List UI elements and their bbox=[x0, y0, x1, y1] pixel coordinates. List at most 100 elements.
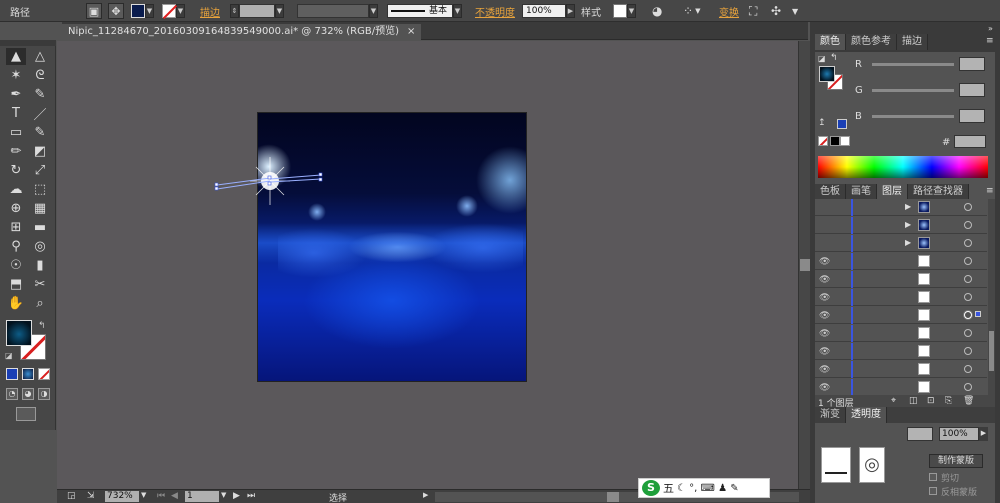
draw-normal-icon[interactable]: ◔ bbox=[6, 388, 18, 400]
target-circle-icon[interactable] bbox=[964, 311, 972, 319]
graphic-style-dropdown[interactable]: ▼ bbox=[613, 3, 636, 19]
tab-color[interactable]: 颜色 bbox=[815, 34, 846, 50]
chevron-right-icon[interactable]: ▶ bbox=[979, 427, 988, 441]
visibility-eye-icon[interactable]: 👁 bbox=[819, 275, 830, 285]
green-value-field[interactable] bbox=[959, 83, 985, 97]
layer-row[interactable]: 👁 bbox=[815, 361, 987, 378]
rotate-tool[interactable]: ↻ bbox=[6, 162, 26, 179]
invert-mask-checkbox[interactable] bbox=[929, 487, 937, 495]
target-circle-icon[interactable] bbox=[964, 329, 972, 337]
toolbox-grip[interactable] bbox=[0, 40, 56, 46]
next-artboard-icon[interactable]: ▶ bbox=[233, 491, 240, 501]
draw-inside-icon[interactable]: ◑ bbox=[38, 388, 50, 400]
type-tool[interactable]: T bbox=[6, 105, 26, 122]
document-tab[interactable]: Nipic_11284670_20160309164839549000.ai* … bbox=[62, 24, 422, 40]
artboard-number-field[interactable]: 1 bbox=[185, 491, 219, 502]
layer-row[interactable]: 👁 bbox=[815, 325, 987, 342]
paintbrush-tool[interactable]: ✎ bbox=[30, 124, 50, 141]
pencil-tool[interactable]: ✏ bbox=[6, 143, 26, 160]
tab-gradient[interactable]: 渐变 bbox=[815, 407, 846, 423]
direct-selection-tool[interactable]: △ bbox=[30, 48, 50, 65]
chevron-down-icon[interactable]: ▼ bbox=[141, 491, 146, 499]
gradient-tool[interactable]: ▬ bbox=[30, 219, 50, 236]
vertical-scroll-thumb[interactable] bbox=[800, 259, 810, 271]
color-mode-button[interactable] bbox=[6, 368, 18, 380]
layer-row[interactable]: 👁 bbox=[815, 271, 987, 288]
artboard-tool[interactable]: ⬒ bbox=[6, 276, 26, 293]
ime-mode[interactable]: 五 bbox=[663, 480, 674, 496]
layer-row[interactable]: 👁 bbox=[815, 289, 987, 306]
pathfinder-button[interactable]: ✣ bbox=[771, 3, 781, 19]
target-circle-icon[interactable] bbox=[964, 365, 972, 373]
tab-layers[interactable]: 图层 bbox=[877, 184, 908, 200]
canvas[interactable] bbox=[57, 41, 798, 489]
blend-tool[interactable]: ◎ bbox=[30, 238, 50, 255]
recolor-artwork-button[interactable]: ◕ bbox=[652, 3, 662, 19]
column-graph-tool[interactable]: ▮ bbox=[30, 257, 50, 274]
target-circle-icon[interactable] bbox=[964, 257, 972, 265]
tab-color-guide[interactable]: 颜色参考 bbox=[846, 34, 897, 50]
horizontal-scroll-thumb[interactable] bbox=[607, 492, 619, 502]
target-circle-icon[interactable] bbox=[964, 293, 972, 301]
mesh-tool[interactable]: ⊞ bbox=[6, 219, 26, 236]
white-swatch[interactable] bbox=[840, 136, 850, 146]
warp-tool[interactable]: ☁ bbox=[6, 181, 26, 198]
perspective-grid-tool[interactable]: ▦ bbox=[30, 200, 50, 217]
clip-checkbox[interactable] bbox=[929, 473, 937, 481]
new-sublayer-icon[interactable]: ⊡ bbox=[927, 396, 935, 406]
tab-transparency[interactable]: 透明度 bbox=[846, 407, 887, 423]
transparency-opacity-field[interactable]: 100% bbox=[939, 427, 979, 441]
selection-tool[interactable]: ▲ bbox=[6, 48, 26, 65]
stroke-panel-link[interactable]: 描边 bbox=[200, 3, 220, 19]
chevron-down-icon[interactable]: ▼ bbox=[221, 491, 226, 499]
out-of-gamut-icon[interactable]: ↥ bbox=[818, 118, 826, 128]
selected-art-indicator[interactable] bbox=[975, 311, 981, 317]
draw-behind-icon[interactable]: ◕ bbox=[22, 388, 34, 400]
color-spectrum[interactable] bbox=[818, 156, 988, 178]
target-circle-icon[interactable] bbox=[964, 221, 972, 229]
closest-color-swatch[interactable] bbox=[837, 119, 847, 129]
layer-row[interactable]: ▶ bbox=[815, 199, 987, 216]
fill-color-swatch[interactable] bbox=[819, 66, 835, 82]
locate-object-icon[interactable]: ⌖ bbox=[891, 396, 896, 406]
lasso-tool[interactable]: ᘓ bbox=[30, 67, 50, 84]
layers-scroll-thumb[interactable] bbox=[989, 331, 994, 371]
target-circle-icon[interactable] bbox=[964, 203, 972, 211]
target-circle-icon[interactable] bbox=[964, 347, 972, 355]
panel-menu-icon[interactable]: ≡ bbox=[986, 36, 994, 46]
hand-tool[interactable]: ✋ bbox=[6, 295, 26, 312]
export-icon[interactable]: ⇲ bbox=[87, 491, 95, 501]
layers-scrollbar[interactable] bbox=[988, 199, 995, 395]
none-swatch[interactable] bbox=[818, 136, 828, 146]
trash-icon[interactable]: 🗑 bbox=[963, 396, 974, 406]
close-icon[interactable]: × bbox=[407, 24, 415, 40]
make-clipping-mask-icon[interactable]: ◫ bbox=[909, 396, 918, 406]
expand-arrow-icon[interactable]: ▶ bbox=[905, 220, 911, 229]
blue-value-field[interactable] bbox=[959, 109, 985, 123]
layer-row[interactable]: 👁 bbox=[815, 253, 987, 270]
brush-definition-dropdown[interactable]: 基本 ▼ bbox=[387, 3, 462, 19]
layer-row[interactable]: 👁 bbox=[815, 379, 987, 396]
align-options-dropdown[interactable]: ⁘ ▼ bbox=[683, 3, 700, 19]
first-artboard-icon[interactable]: ⏮ bbox=[157, 491, 165, 501]
panel-menu-button[interactable]: ▼ bbox=[792, 3, 798, 19]
rectangle-tool[interactable]: ▭ bbox=[6, 124, 26, 141]
lens-flare-selection[interactable] bbox=[207, 149, 337, 209]
layer-row[interactable]: ▶ bbox=[815, 217, 987, 234]
artboard-options-button[interactable]: ▣ bbox=[86, 3, 102, 19]
stroke-swatch-dropdown[interactable]: ▼ bbox=[162, 3, 185, 20]
isolate-button[interactable]: ⛶ bbox=[749, 3, 757, 19]
fill-color-swatch[interactable] bbox=[6, 320, 32, 346]
red-value-field[interactable] bbox=[959, 57, 985, 71]
expand-arrow-icon[interactable]: ▶ bbox=[905, 202, 911, 211]
variable-width-profile[interactable]: ▼ bbox=[297, 3, 378, 19]
blend-mode-dropdown[interactable] bbox=[907, 427, 933, 441]
target-circle-icon[interactable] bbox=[964, 275, 972, 283]
tab-brushes[interactable]: 画笔 bbox=[846, 184, 877, 200]
screen-mode-icon[interactable] bbox=[16, 407, 36, 421]
eyedropper-tool[interactable]: ⚲ bbox=[6, 238, 26, 255]
make-mask-button[interactable]: 制作蒙版 bbox=[929, 454, 983, 468]
free-transform-tool[interactable]: ⬚ bbox=[30, 181, 50, 198]
tab-pathfinder[interactable]: 路径查找器 bbox=[908, 184, 969, 200]
vertical-scrollbar[interactable] bbox=[798, 41, 810, 489]
